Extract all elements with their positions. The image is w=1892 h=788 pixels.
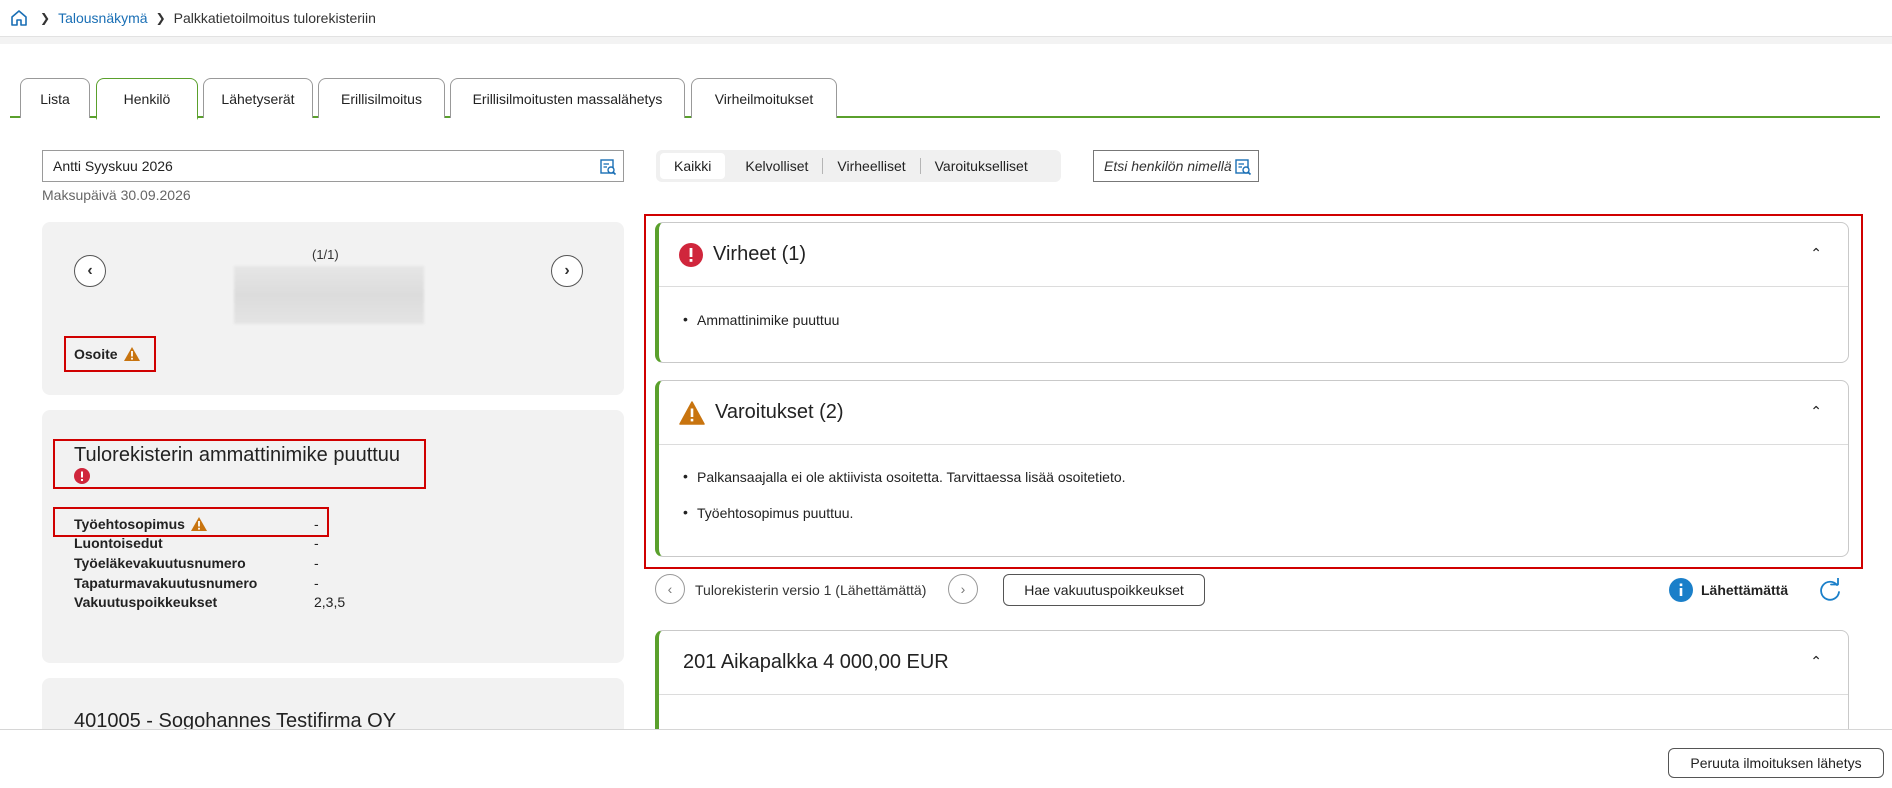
- filter-varoitukselliset[interactable]: Varoitukselliset: [921, 153, 1042, 179]
- info-value: -: [314, 535, 319, 551]
- tab-lista[interactable]: Lista: [20, 78, 90, 118]
- info-value: -: [314, 555, 319, 571]
- filter-kelvolliset[interactable]: Kelvolliset: [731, 153, 822, 179]
- breadcrumb-current: Palkkatietoilmoitus tulorekisteriin: [173, 10, 376, 26]
- status-filter: Kaikki Kelvolliset Virheelliset Varoituk…: [656, 150, 1061, 182]
- error-icon: [679, 242, 703, 267]
- send-status: Lähettämättä: [1701, 582, 1789, 598]
- filter-kaikki[interactable]: Kaikki: [660, 153, 726, 179]
- errors-panel-header[interactable]: Virheet (1) ⌃: [659, 223, 1848, 287]
- info-label: Työeläkevakuutusnumero: [74, 555, 246, 571]
- tab-bar: Lista Henkilö Lähetyserät Erillisilmoitu…: [10, 78, 1880, 120]
- salary-panel-header[interactable]: 201 Aikapalkka 4 000,00 EUR ⌃: [659, 631, 1848, 695]
- tab-massalahetys[interactable]: Erillisilmoitusten massalähetys: [450, 78, 685, 118]
- warnings-panel-title: Varoitukset (2): [715, 401, 844, 423]
- info-value: 2,3,5: [314, 594, 346, 610]
- chevron-up-icon[interactable]: ⌃: [1810, 245, 1822, 262]
- home-icon[interactable]: [10, 9, 28, 27]
- person-card: ‹ (1/1) › Osoite: [42, 222, 624, 395]
- info-card-title: Tulorekisterin ammattinimike puuttuu: [74, 444, 401, 466]
- error-item: Ammattinimike puuttuu: [683, 311, 839, 328]
- info-icon: [1669, 578, 1693, 602]
- info-label: Luontoisedut: [74, 535, 163, 551]
- person-counter: (1/1): [312, 247, 339, 262]
- info-label: Työehtosopimus: [74, 516, 185, 532]
- warning-icon: [190, 516, 208, 532]
- prev-person-button[interactable]: ‹: [74, 255, 106, 287]
- next-version-button[interactable]: ›: [948, 574, 978, 604]
- person-name-blurred: [234, 266, 424, 324]
- warnings-panel-header[interactable]: Varoitukset (2) ⌃: [659, 381, 1848, 445]
- warning-icon: [123, 346, 141, 362]
- info-value: -: [314, 516, 319, 532]
- pay-date: Maksupäivä 30.09.2026: [42, 187, 191, 203]
- person-select[interactable]: Antti Syyskuu 2026: [42, 150, 624, 182]
- filter-virheelliset[interactable]: Virheelliset: [823, 153, 919, 179]
- fetch-insurance-exceptions-button[interactable]: Hae vakuutuspoikkeukset: [1003, 574, 1205, 606]
- chevron-up-icon[interactable]: ⌃: [1810, 403, 1822, 420]
- warning-icon: [679, 400, 705, 425]
- prev-version-button[interactable]: ‹: [655, 574, 685, 604]
- info-row-tyoehtosopimus: Työehtosopimus: [74, 516, 208, 532]
- person-select-value: Antti Syyskuu 2026: [53, 158, 173, 174]
- name-search-placeholder: Etsi henkilön nimellä: [1104, 158, 1232, 174]
- header-divider: [0, 36, 1892, 44]
- search-list-icon[interactable]: [1234, 158, 1252, 176]
- tab-lahetyserat[interactable]: Lähetyserät: [203, 78, 313, 118]
- info-label: Tapaturmavakuutusnumero: [74, 575, 258, 591]
- cancel-submission-button[interactable]: Peruuta ilmoituksen lähetys: [1668, 748, 1884, 778]
- errors-panel: Virheet (1) ⌃ Ammattinimike puuttuu: [655, 222, 1849, 363]
- tab-virheilmoitukset[interactable]: Virheilmoitukset: [691, 78, 837, 118]
- error-icon: [74, 468, 90, 484]
- warning-item: Palkansaajalla ei ole aktiivista osoitet…: [683, 468, 1126, 485]
- info-label: Vakuutuspoikkeukset: [74, 594, 218, 610]
- breadcrumb: ❯ Talousnäkymä ❯ Palkkatietoilmoitus tul…: [0, 0, 1892, 36]
- tab-henkilo[interactable]: Henkilö: [96, 78, 198, 120]
- breadcrumb-link-talousnakyma[interactable]: Talousnäkymä: [58, 10, 148, 26]
- chevron-up-icon[interactable]: ⌃: [1810, 653, 1822, 670]
- chevron-right-icon: ❯: [40, 11, 51, 25]
- address-warning: Osoite: [74, 346, 141, 362]
- errors-panel-title: Virheet (1): [713, 243, 807, 265]
- tab-erillisilmoitus[interactable]: Erillisilmoitus: [318, 78, 445, 118]
- salary-panel-title: 201 Aikapalkka 4 000,00 EUR: [683, 651, 949, 673]
- chevron-right-icon: ❯: [155, 11, 166, 25]
- warnings-panel: Varoitukset (2) ⌃ Palkansaajalla ei ole …: [655, 380, 1849, 557]
- name-search-input[interactable]: Etsi henkilön nimellä: [1093, 150, 1259, 182]
- warning-item: Työehtosopimus puuttuu.: [683, 504, 853, 521]
- version-label: Tulorekisterin versio 1 (Lähettämättä): [695, 582, 927, 598]
- refresh-icon[interactable]: [1817, 578, 1843, 602]
- footer-bar: Peruuta ilmoituksen lähetys: [0, 729, 1892, 788]
- address-label: Osoite: [74, 346, 118, 362]
- info-value: -: [314, 575, 319, 591]
- search-list-icon[interactable]: [599, 158, 617, 176]
- next-person-button[interactable]: ›: [551, 255, 583, 287]
